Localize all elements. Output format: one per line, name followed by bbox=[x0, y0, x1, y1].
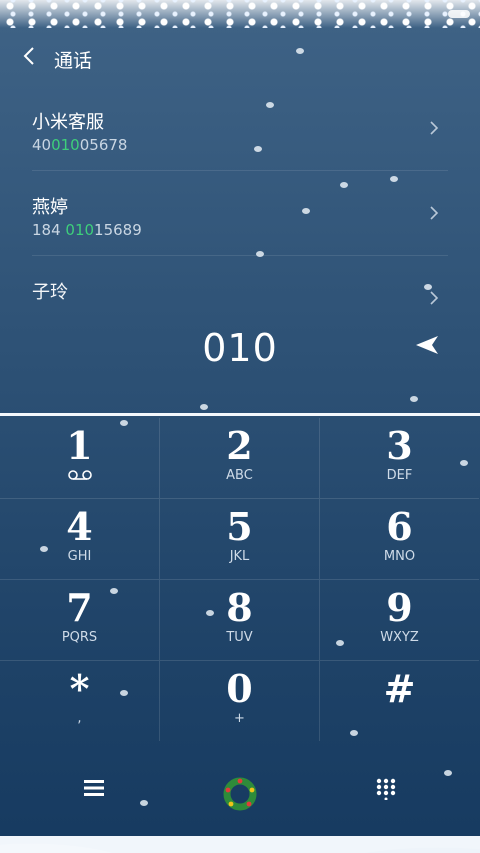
key-0[interactable]: 0 + bbox=[160, 661, 320, 741]
number-match-highlight: 010 bbox=[65, 221, 95, 239]
contact-name: 燕婷 bbox=[32, 197, 68, 218]
snowflake bbox=[390, 176, 398, 182]
key-1[interactable]: 1 bbox=[0, 418, 160, 499]
snowflake bbox=[120, 420, 128, 426]
key-7[interactable]: 7 PQRS bbox=[0, 580, 160, 661]
snowflake bbox=[254, 146, 262, 152]
contact-row[interactable]: 小米客服 4001005678 bbox=[32, 86, 448, 171]
back-arrow-icon[interactable] bbox=[18, 44, 42, 68]
key-hash[interactable]: # bbox=[320, 661, 479, 741]
voicemail-icon bbox=[67, 470, 92, 480]
snowflake bbox=[340, 182, 348, 188]
snowflake bbox=[424, 284, 432, 290]
battery-indicator bbox=[448, 10, 470, 18]
snowflake bbox=[302, 208, 310, 214]
contact-number: 184 01015689 bbox=[32, 221, 142, 239]
key-5[interactable]: 5 JKL bbox=[160, 499, 320, 580]
chevron-right-icon bbox=[430, 206, 439, 220]
key-star[interactable]: * , bbox=[0, 661, 160, 741]
number-match-highlight: 010 bbox=[51, 136, 80, 154]
snowflake bbox=[350, 730, 358, 736]
key-3[interactable]: 3 DEF bbox=[320, 418, 479, 499]
contact-row[interactable]: 燕婷 184 01015689 bbox=[32, 171, 448, 256]
header: 通话 bbox=[0, 40, 480, 76]
snowflake bbox=[140, 800, 148, 806]
key-6[interactable]: 6 MNO bbox=[320, 499, 479, 580]
contact-name: 子玲 bbox=[32, 282, 68, 303]
chevron-right-icon bbox=[430, 121, 439, 135]
snowflake bbox=[444, 770, 452, 776]
divider bbox=[0, 413, 480, 416]
snowflake bbox=[40, 546, 48, 552]
snowflake bbox=[266, 102, 274, 108]
key-4[interactable]: 4 GHI bbox=[0, 499, 160, 580]
snowflake bbox=[120, 690, 128, 696]
snowflake bbox=[410, 396, 418, 402]
page-title: 通话 bbox=[54, 50, 93, 72]
menu-icon[interactable] bbox=[84, 780, 104, 796]
snowflake bbox=[256, 251, 264, 257]
key-2[interactable]: 2 ABC bbox=[160, 418, 320, 499]
contact-name: 小米客服 bbox=[32, 112, 104, 133]
snowflake bbox=[460, 460, 468, 466]
chevron-right-icon bbox=[430, 291, 439, 305]
key-9[interactable]: 9 WXYZ bbox=[320, 580, 479, 661]
snowflake bbox=[296, 48, 304, 54]
contact-number: 4001005678 bbox=[32, 136, 128, 154]
keypad-grid-icon[interactable] bbox=[376, 778, 396, 800]
dialed-number: 010 bbox=[202, 326, 278, 370]
wreath-icon[interactable] bbox=[222, 776, 258, 812]
snowflake bbox=[110, 588, 118, 594]
bottom-bar bbox=[0, 760, 480, 820]
snowflake bbox=[200, 404, 208, 410]
dial-keypad: 1 2 ABC 3 DEF 4 GHI 5 JKL 6 MNO 7 PQRS 8… bbox=[0, 418, 480, 742]
snowflake bbox=[206, 610, 214, 616]
contact-row[interactable]: 子玲 bbox=[32, 256, 448, 306]
snowflake bbox=[336, 640, 344, 646]
key-8[interactable]: 8 TUV bbox=[160, 580, 320, 661]
snow-ground-decoration bbox=[0, 818, 480, 853]
frost-decoration bbox=[0, 0, 480, 28]
send-arrow-icon[interactable] bbox=[414, 334, 440, 356]
